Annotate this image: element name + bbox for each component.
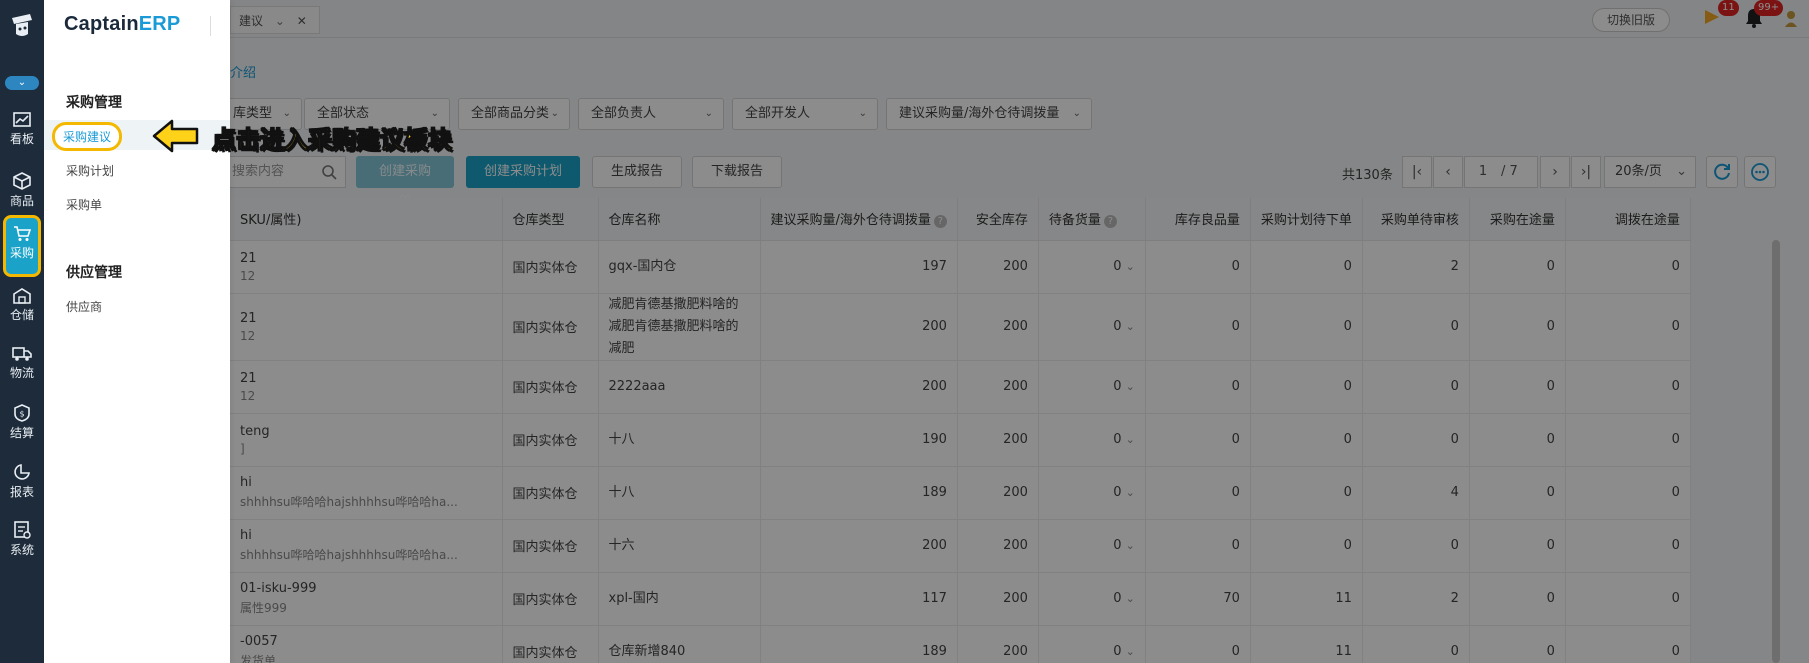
- left-nav-rail: ⌄ 看板 商品 采购 仓储 物流 $ 结算 报表 系统: [0, 0, 44, 663]
- brand-logo[interactable]: CaptainERP: [64, 13, 180, 36]
- warehouse-icon: [13, 288, 31, 304]
- captain-logo-icon[interactable]: [8, 10, 36, 40]
- purchase-menu-drawer: CaptainERP 采购管理 采购建议 采购计划 采购单 供应管理 供应商: [44, 0, 230, 663]
- modal-overlay[interactable]: [230, 0, 1809, 663]
- rail-item-label: 结算: [9, 426, 34, 440]
- rail-item-warehouse[interactable]: 仓储: [0, 280, 44, 336]
- main-content: 建议 ⌄ ✕ 切换旧版 11 99+ 介绍 库类型 ⌄ 全部状态 ⌄ 全部商品分类 ⌄…: [230, 0, 1809, 663]
- truck-icon: [12, 347, 32, 361]
- rail-item-settlement[interactable]: $ 结算: [0, 396, 44, 452]
- rail-item-logistics[interactable]: 物流: [0, 338, 44, 394]
- rail-item-label: 仓储: [9, 308, 34, 322]
- rail-item-products[interactable]: 商品: [0, 164, 44, 220]
- rail-collapse-toggle[interactable]: ⌄: [5, 76, 39, 90]
- menu-group-title: 供应管理: [66, 265, 122, 281]
- menu-item-supplier[interactable]: 供应商: [66, 298, 102, 315]
- svg-text:$: $: [19, 410, 24, 419]
- rail-item-purchase[interactable]: 采购: [3, 215, 41, 277]
- brand-name-erp: ERP: [138, 13, 181, 35]
- chart-icon: [13, 112, 31, 127]
- rail-item-label: 系统: [9, 543, 34, 557]
- cart-icon: [14, 226, 31, 241]
- rail-item-label: 报表: [9, 485, 34, 499]
- rail-item-label: 物流: [9, 366, 34, 380]
- report-icon: [14, 464, 30, 480]
- brand-name-part: Captain: [64, 13, 139, 35]
- rail-item-label: 采购: [9, 246, 34, 260]
- menu-group-title: 采购管理: [66, 95, 122, 111]
- rail-item-reports[interactable]: 报表: [0, 455, 44, 511]
- rail-item-system[interactable]: 系统: [0, 513, 44, 569]
- divider: [210, 16, 211, 36]
- settlement-icon: $: [14, 404, 30, 422]
- system-icon: [14, 521, 31, 539]
- menu-item-purchase-suggestion[interactable]: 采购建议: [52, 122, 123, 151]
- rail-item-label: 商品: [9, 194, 34, 208]
- menu-item-purchase-order[interactable]: 采购单: [66, 196, 102, 213]
- menu-item-purchase-plan[interactable]: 采购计划: [66, 162, 114, 179]
- callout-text: 点击进入采购建议板块: [212, 126, 453, 155]
- rail-item-dashboard[interactable]: 看板: [0, 104, 44, 160]
- rail-item-label: 看板: [9, 132, 34, 146]
- box-icon: [13, 172, 31, 190]
- callout-arrow-icon: [152, 119, 199, 153]
